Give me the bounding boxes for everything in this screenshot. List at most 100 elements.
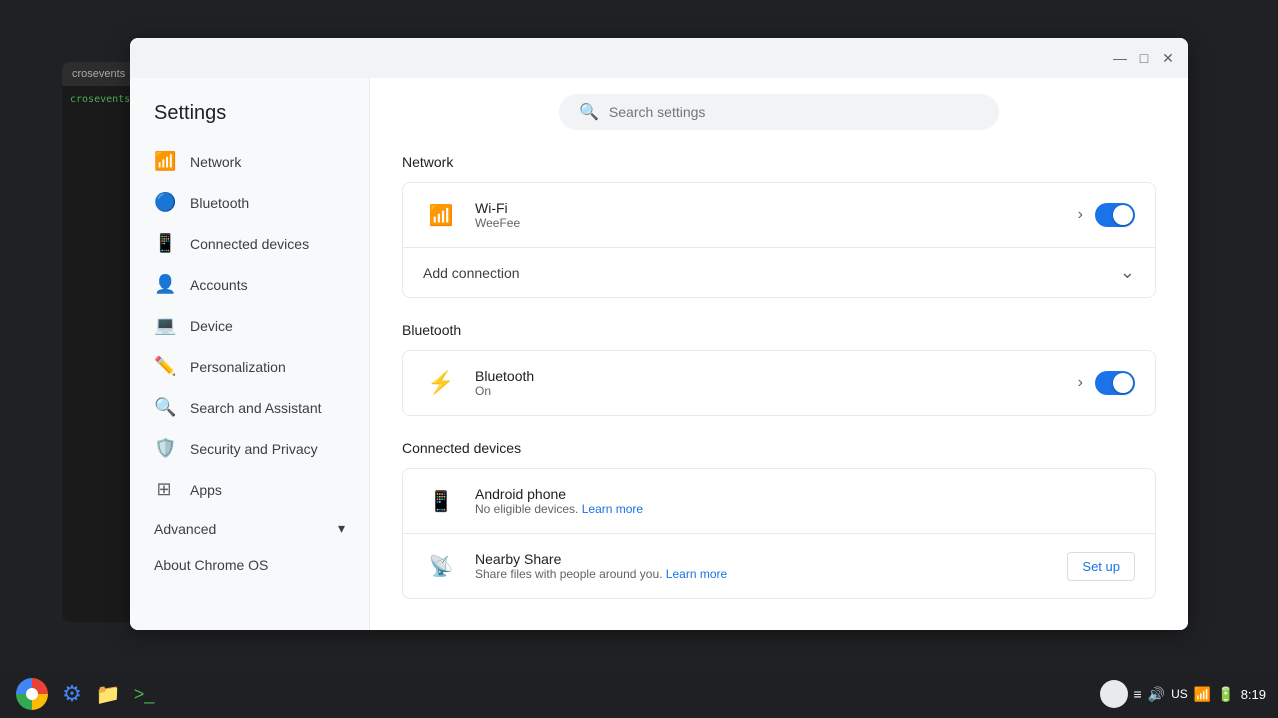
wifi-subtitle: WeeFee: [475, 216, 1078, 230]
bluetooth-chevron-icon: ›: [1078, 374, 1083, 392]
bluetooth-toggle[interactable]: [1095, 371, 1135, 395]
sidebar-item-accounts[interactable]: 👤 Accounts: [130, 264, 361, 305]
network-card: 📶 Wi-Fi WeeFee › Add connection ⌄: [402, 182, 1156, 298]
network-section-title: Network: [402, 154, 1156, 170]
connected-devices-section-title: Connected devices: [402, 440, 1156, 456]
bluetooth-card: ⚡ Bluetooth On ›: [402, 350, 1156, 416]
chrome-logo: [16, 678, 48, 710]
nearby-share-right: Set up: [1067, 552, 1135, 581]
bluetooth-card-icon: ⚡: [423, 365, 459, 401]
sidebar-item-bluetooth-label: Bluetooth: [190, 195, 249, 211]
sidebar-item-network-label: Network: [190, 154, 241, 170]
sidebar-title: Settings: [130, 94, 369, 141]
taskbar-volume-icon: 🔊: [1148, 686, 1165, 703]
search-bar-wrap: 🔍: [402, 94, 1156, 130]
apps-icon: ⊞: [154, 479, 174, 500]
search-input[interactable]: [609, 104, 979, 120]
search-bar: 🔍: [559, 94, 999, 130]
add-connection-chevron-icon: ⌄: [1120, 262, 1135, 283]
taskbar-wifi-icon: 📶: [1194, 686, 1211, 703]
shield-icon: 🛡️: [154, 438, 174, 459]
taskbar: ⚙ 📁 >_ ≡ 🔊 US 📶 🔋 8:19: [0, 670, 1278, 718]
add-connection-label: Add connection: [423, 265, 520, 281]
settings-window: — □ ✕ Settings 📶 Network 🔵 Bluetooth 📱 C…: [130, 38, 1188, 630]
title-bar: — □ ✕: [130, 38, 1188, 78]
sidebar-item-security-and-privacy[interactable]: 🛡️ Security and Privacy: [130, 428, 361, 469]
wifi-chevron-icon: ›: [1078, 206, 1083, 224]
sidebar-item-personalization-label: Personalization: [190, 359, 286, 375]
taskbar-files-icon[interactable]: 📁: [92, 678, 124, 710]
chevron-down-icon: ▾: [338, 520, 345, 537]
search-nav-icon: 🔍: [154, 397, 174, 418]
wifi-toggle-knob: [1113, 205, 1133, 225]
set-up-button[interactable]: Set up: [1067, 552, 1135, 581]
nearby-share-icon: 📡: [423, 548, 459, 584]
phone-icon: 📱: [154, 233, 174, 254]
taskbar-terminal-icon[interactable]: >_: [128, 678, 160, 710]
bluetooth-row[interactable]: ⚡ Bluetooth On ›: [403, 351, 1155, 415]
terminal-title: crosevents: [72, 68, 125, 80]
sidebar-item-connected-label: Connected devices: [190, 236, 309, 252]
android-phone-title: Android phone: [475, 486, 1135, 502]
taskbar-menu-icon[interactable]: ≡: [1134, 686, 1142, 702]
bluetooth-right: ›: [1078, 371, 1135, 395]
android-learn-more-link[interactable]: Learn more: [582, 502, 643, 516]
sidebar-item-personalization[interactable]: ✏️ Personalization: [130, 346, 361, 387]
advanced-label: Advanced: [154, 521, 216, 537]
android-phone-subtitle: No eligible devices. Learn more: [475, 502, 1135, 516]
search-icon: 🔍: [579, 102, 599, 122]
nearby-share-row: 📡 Nearby Share Share files with people a…: [403, 534, 1155, 598]
taskbar-battery-icon: 🔋: [1217, 686, 1234, 703]
bluetooth-text: Bluetooth On: [475, 368, 1078, 398]
minimize-button[interactable]: —: [1112, 50, 1128, 66]
about-label: About Chrome OS: [154, 557, 268, 573]
nearby-share-title: Nearby Share: [475, 551, 1067, 567]
bluetooth-toggle-knob: [1113, 373, 1133, 393]
person-icon: 👤: [154, 274, 174, 295]
laptop-icon: 💻: [154, 315, 174, 336]
bluetooth-icon: 🔵: [154, 192, 174, 213]
maximize-button[interactable]: □: [1136, 50, 1152, 66]
taskbar-settings-icon[interactable]: ⚙: [56, 678, 88, 710]
sidebar-item-search-and-assistant[interactable]: 🔍 Search and Assistant: [130, 387, 361, 428]
sidebar-item-network[interactable]: 📶 Network: [130, 141, 361, 182]
sidebar-item-security-label: Security and Privacy: [190, 441, 318, 457]
nearby-learn-more-link[interactable]: Learn more: [666, 567, 727, 581]
bluetooth-row-title: Bluetooth: [475, 368, 1078, 384]
android-phone-text: Android phone No eligible devices. Learn…: [475, 486, 1135, 516]
close-button[interactable]: ✕: [1160, 50, 1176, 66]
wifi-toggle[interactable]: [1095, 203, 1135, 227]
add-connection-row[interactable]: Add connection ⌄: [403, 248, 1155, 297]
nearby-share-text: Nearby Share Share files with people aro…: [475, 551, 1067, 581]
sidebar-item-apps-label: Apps: [190, 482, 222, 498]
wifi-right: ›: [1078, 203, 1135, 227]
wifi-row[interactable]: 📶 Wi-Fi WeeFee ›: [403, 183, 1155, 248]
taskbar-left: ⚙ 📁 >_: [12, 674, 160, 714]
android-phone-row: 📱 Android phone No eligible devices. Lea…: [403, 469, 1155, 534]
sidebar-about[interactable]: About Chrome OS: [130, 547, 369, 583]
settings-body: Settings 📶 Network 🔵 Bluetooth 📱 Connect…: [130, 78, 1188, 630]
taskbar-chrome-icon[interactable]: [12, 674, 52, 714]
sidebar: Settings 📶 Network 🔵 Bluetooth 📱 Connect…: [130, 78, 370, 630]
wifi-icon: 📶: [154, 151, 174, 172]
sidebar-item-device-label: Device: [190, 318, 233, 334]
connected-devices-card: 📱 Android phone No eligible devices. Lea…: [402, 468, 1156, 599]
android-phone-icon: 📱: [423, 483, 459, 519]
sidebar-item-accounts-label: Accounts: [190, 277, 248, 293]
taskbar-system-icons: ≡ 🔊 US 📶 🔋 8:19: [1100, 680, 1266, 708]
nearby-share-subtitle: Share files with people around you. Lear…: [475, 567, 1067, 581]
sidebar-item-connected-devices[interactable]: 📱 Connected devices: [130, 223, 361, 264]
main-content: 🔍 Network 📶 Wi-Fi WeeFee ›: [370, 78, 1188, 630]
bluetooth-row-subtitle: On: [475, 384, 1078, 398]
wifi-card-icon: 📶: [423, 197, 459, 233]
brush-icon: ✏️: [154, 356, 174, 377]
taskbar-user-avatar: [1100, 680, 1128, 708]
sidebar-item-device[interactable]: 💻 Device: [130, 305, 361, 346]
wifi-text: Wi-Fi WeeFee: [475, 200, 1078, 230]
sidebar-item-apps[interactable]: ⊞ Apps: [130, 469, 361, 510]
bluetooth-section-title: Bluetooth: [402, 322, 1156, 338]
taskbar-right: ≡ 🔊 US 📶 🔋 8:19: [1100, 680, 1266, 708]
sidebar-advanced[interactable]: Advanced ▾: [130, 510, 369, 547]
sidebar-item-bluetooth[interactable]: 🔵 Bluetooth: [130, 182, 361, 223]
taskbar-time: 8:19: [1241, 687, 1266, 702]
